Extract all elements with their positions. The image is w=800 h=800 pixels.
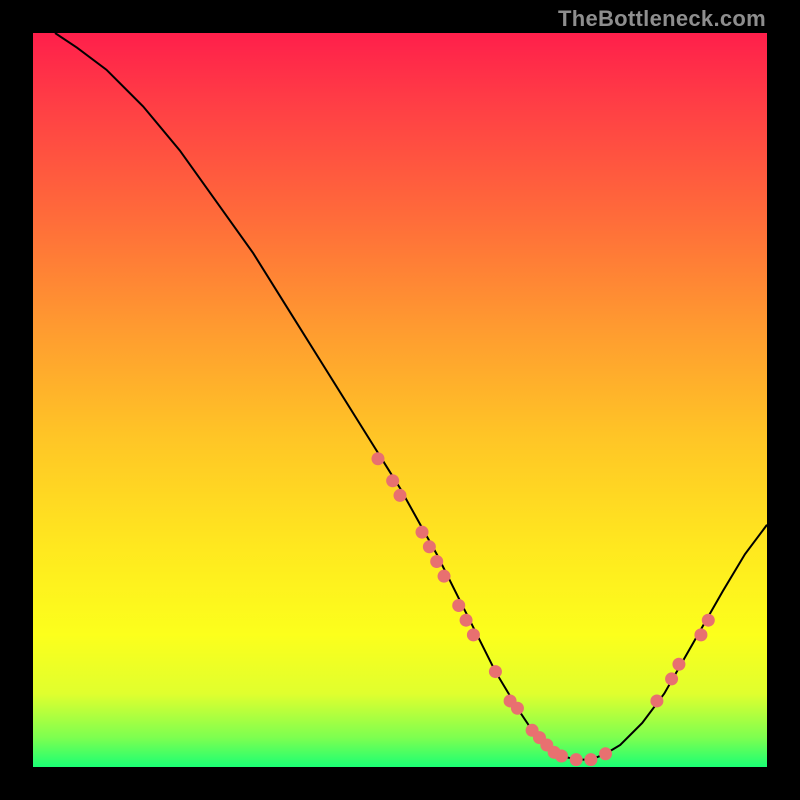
data-point [438, 570, 451, 583]
data-point [386, 474, 399, 487]
data-point [394, 489, 407, 502]
watermark-label: TheBottleneck.com [558, 6, 766, 32]
data-point [694, 628, 707, 641]
data-point [467, 628, 480, 641]
data-point [599, 747, 612, 760]
data-point [665, 672, 678, 685]
data-point [423, 540, 436, 553]
data-point [570, 753, 583, 766]
data-point [430, 555, 443, 568]
data-point [452, 599, 465, 612]
chart-container: TheBottleneck.com [0, 0, 800, 800]
data-point [460, 614, 473, 627]
data-point [672, 658, 685, 671]
data-point [511, 702, 524, 715]
data-point [584, 753, 597, 766]
data-point [489, 665, 502, 678]
data-point [650, 694, 663, 707]
data-point [555, 749, 568, 762]
data-point [416, 526, 429, 539]
chart-svg [33, 33, 767, 767]
data-point [371, 452, 384, 465]
data-point [702, 614, 715, 627]
data-points [371, 452, 714, 766]
bottleneck-curve [55, 33, 767, 760]
